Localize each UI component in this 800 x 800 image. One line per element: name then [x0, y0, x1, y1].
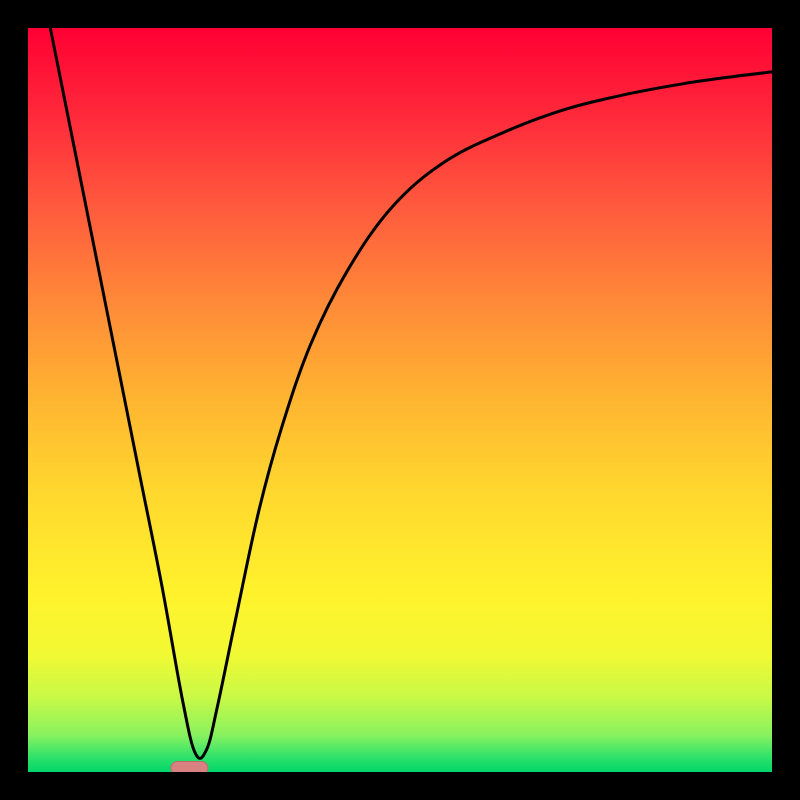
optimal-marker[interactable]: [171, 761, 208, 772]
curve-layer: [28, 28, 772, 772]
plot-area: TheBottleneck.com: [28, 28, 772, 772]
chart-frame: TheBottleneck.com: [0, 0, 800, 800]
watermark-text: TheBottleneck.com: [580, 28, 772, 30]
bottleneck-curve: [50, 28, 772, 758]
